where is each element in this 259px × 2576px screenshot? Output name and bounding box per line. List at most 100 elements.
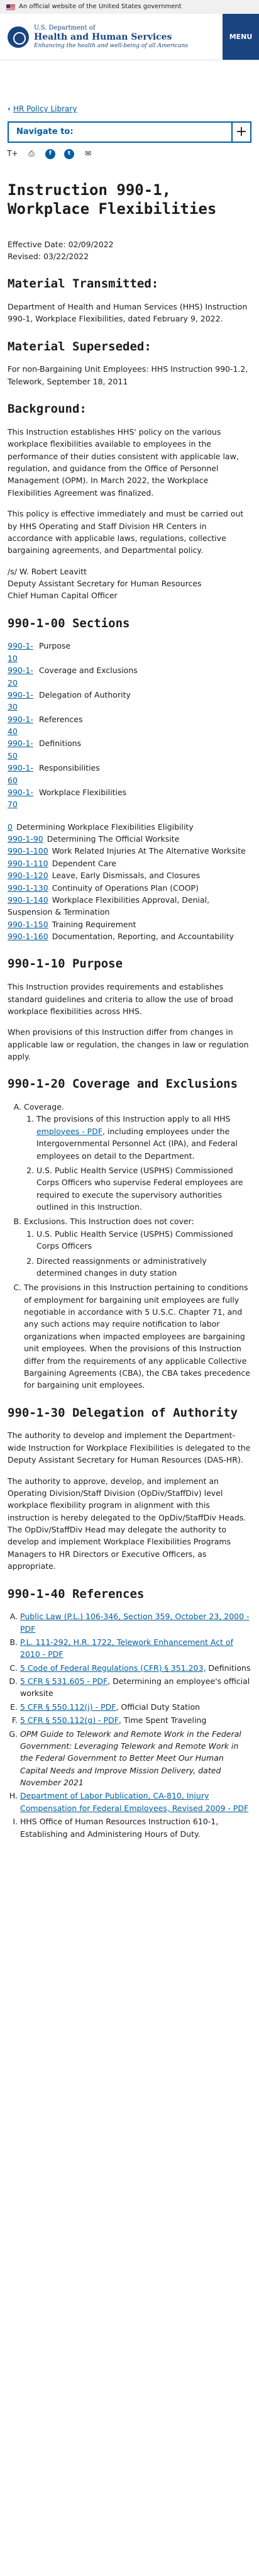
section-item: 990-1-10 Purpose xyxy=(8,640,251,664)
section-link[interactable]: 990-1-90 xyxy=(8,834,43,844)
reference-link[interactable]: 5 CFR § 531.605 - PDF xyxy=(20,1676,107,1686)
coverage-text: The provisions of this Instruction apply… xyxy=(36,1114,231,1124)
transmitted-text: Department of Health and Human Services … xyxy=(8,302,248,324)
section-label: Training Requirement xyxy=(52,919,136,929)
reference-link[interactable]: 5 Code of Federal Regulations (CFR) § 35… xyxy=(20,1663,206,1673)
purpose-heading: 990-1-10 Purpose xyxy=(8,957,123,971)
brand-line2: Health and Human Services xyxy=(34,31,172,42)
coverage-heading: 990-1-20 Coverage and Exclusions xyxy=(8,1077,238,1091)
section-link[interactable]: 990-1-70 xyxy=(8,786,39,811)
background-paragraph: This Instruction establishes HHS' policy… xyxy=(8,427,239,498)
reference-text: OPM Guide to Telework and Remote Work in… xyxy=(20,1729,241,1788)
section-link[interactable]: 990-1-10 xyxy=(8,640,39,664)
section-item: 990-1-130 Continuity of Operations Plan (… xyxy=(8,882,251,894)
effective-date: Effective Date: 02/09/2022 xyxy=(8,239,114,249)
reference-item: HHS Office of Human Resources Instructio… xyxy=(20,1815,251,1840)
twitter-icon[interactable]: t xyxy=(64,148,74,159)
navigate-to-label: Navigate to: xyxy=(16,126,74,137)
share-toolbar: T+ ⎙ f t ✉ xyxy=(7,148,251,159)
section-item: 990-1-60 Responsibilities xyxy=(8,762,251,786)
chevron-left-icon: ‹ xyxy=(8,104,11,113)
coverage-item: Coverage. The provisions of this Instruc… xyxy=(24,1101,251,1213)
section-item: 990-1-40 References xyxy=(8,713,251,738)
breadcrumb: ‹ HR Policy Library xyxy=(8,103,251,115)
section-label: Coverage and Exclusions xyxy=(39,666,138,676)
section-item: 990-1-30 Delegation of Authority xyxy=(8,689,251,713)
bargaining-item: The provisions in this Instruction perta… xyxy=(24,1281,251,1391)
reference-text: , Official Duty Station xyxy=(116,1702,201,1712)
signature-title: Deputy Assistant Secretary for Human Res… xyxy=(8,579,202,589)
section-item: 990-1-110 Dependent Care xyxy=(8,857,251,869)
breadcrumb-hr-policy-library[interactable]: HR Policy Library xyxy=(13,103,77,115)
purpose-paragraph: When provisions of this Instruction diff… xyxy=(8,1027,249,1062)
signature-title: Chief Human Capital Officer xyxy=(8,591,118,601)
section-item: 990-1-160 Documentation, Reporting, and A… xyxy=(8,930,251,942)
facebook-icon[interactable]: f xyxy=(45,148,55,159)
section-link[interactable]: 990-1-150 xyxy=(8,920,48,929)
section-label: Workplace Flexibilities xyxy=(39,787,127,797)
section-link[interactable]: 990-1-50 xyxy=(8,737,39,762)
section-link[interactable]: 990-1-30 xyxy=(8,689,39,713)
sections-list-2: 0 Determining Workplace Flexibilities Eli… xyxy=(8,821,251,943)
exclusion-subitem: Directed reassignments or administrative… xyxy=(36,1255,251,1280)
section-label: Leave, Early Dismissals, and Closures xyxy=(52,871,201,881)
print-icon[interactable]: ⎙ xyxy=(26,149,36,159)
email-icon[interactable]: ✉ xyxy=(83,149,93,159)
reference-link[interactable]: P.L. 111-292, H.R. 1722, Telework Enhanc… xyxy=(20,1637,233,1659)
section-link[interactable]: 990-1-20 xyxy=(8,664,39,689)
superseded-text: For non-Bargaining Unit Employees: HHS I… xyxy=(8,364,248,386)
section-link[interactable]: 990-1-110 xyxy=(8,859,48,868)
reference-item: 5 CFR § 531.605 - PDF, Determining an em… xyxy=(20,1675,251,1700)
coverage-subitem: The provisions of this Instruction apply… xyxy=(36,1113,251,1162)
section-label: References xyxy=(39,714,83,724)
coverage-label: Coverage. xyxy=(24,1102,64,1112)
reference-item: Department of Labor Publication, CA-810,… xyxy=(20,1790,251,1814)
exclusions-item: Exclusions. This Instruction does not co… xyxy=(24,1215,251,1279)
section-link[interactable]: 990-1-40 xyxy=(8,713,39,738)
section-label: Work Related Injuries At The Alternative… xyxy=(52,846,246,856)
section-item: 990-1-150 Training Requirement xyxy=(8,918,251,930)
section-label: Responsibilities xyxy=(39,763,100,773)
section-label: Determining The Official Worksite xyxy=(47,834,180,844)
reference-text: , Time Spent Traveling xyxy=(118,1715,207,1726)
navigate-to-dropdown[interactable]: Navigate to: + xyxy=(8,121,251,143)
section-link[interactable]: 990-1-120 xyxy=(8,871,48,880)
reference-link[interactable]: 5 CFR § 550.112(g) - PDF xyxy=(20,1715,119,1725)
reference-text: Definitions xyxy=(206,1663,251,1673)
hhs-logo-link[interactable]: U.S. Department of Health and Human Serv… xyxy=(0,14,223,60)
section-link[interactable]: 0 xyxy=(8,822,13,832)
site-header: U.S. Department of Health and Human Serv… xyxy=(0,14,259,60)
expand-icon[interactable]: + xyxy=(231,122,250,142)
section-item: 990-1-50 Definitions xyxy=(8,737,251,762)
section-label: Definitions xyxy=(39,739,82,749)
section-item: 990-1-140 Workplace Flexibilities Approva… xyxy=(8,894,251,918)
coverage-subitem: U.S. Public Health Service (USPHS) Commi… xyxy=(36,1164,251,1213)
section-link[interactable]: 990-1-100 xyxy=(8,846,48,856)
hhs-eagle-icon xyxy=(8,26,29,48)
section-label: Continuity of Operations Plan (COOP) xyxy=(52,883,199,893)
section-link[interactable]: 990-1-160 xyxy=(8,932,48,941)
transmitted-heading: Material Transmitted: xyxy=(8,277,159,291)
references-list: Public Law (P.L.) 106-346, Section 359, … xyxy=(8,1610,251,1840)
employees-pdf-link[interactable]: employees - PDF xyxy=(36,1127,102,1136)
reference-item: P.L. 111-292, H.R. 1722, Telework Enhanc… xyxy=(20,1636,251,1661)
reference-link[interactable]: 5 CFR § 550.112(j) - PDF xyxy=(20,1702,116,1712)
section-link[interactable]: 990-1-130 xyxy=(8,883,48,893)
reference-link[interactable]: Department of Labor Publication, CA-810,… xyxy=(20,1791,248,1812)
section-label: Dependent Care xyxy=(52,858,116,868)
brand-text: U.S. Department of Health and Human Serv… xyxy=(34,25,188,50)
superseded-heading: Material Superseded: xyxy=(8,339,152,354)
section-link[interactable]: 990-1-60 xyxy=(8,762,39,786)
delegation-paragraph: The authority to approve, develop, and i… xyxy=(8,1476,246,1571)
gov-banner: An official website of the United States… xyxy=(0,0,259,14)
reference-link[interactable]: Public Law (P.L.) 106-346, Section 359, … xyxy=(20,1612,250,1633)
section-item: 0 Determining Workplace Flexibilities Eli… xyxy=(8,821,251,833)
signature-block: /s/ W. Robert Leavitt Deputy Assistant S… xyxy=(8,566,251,602)
sections-list: 990-1-10 Purpose 990-1-20 Coverage and Exc… xyxy=(8,640,251,810)
section-link[interactable]: 990-1-140 xyxy=(8,895,48,905)
menu-button[interactable]: MENU xyxy=(223,14,259,60)
section-item: 990-1-90 Determining The Official Worksit… xyxy=(8,833,251,845)
font-size-icon[interactable]: T+ xyxy=(7,149,18,159)
purpose-paragraph: This Instruction provides requirements a… xyxy=(8,982,233,1016)
reference-item: 5 Code of Federal Regulations (CFR) § 35… xyxy=(20,1662,251,1674)
